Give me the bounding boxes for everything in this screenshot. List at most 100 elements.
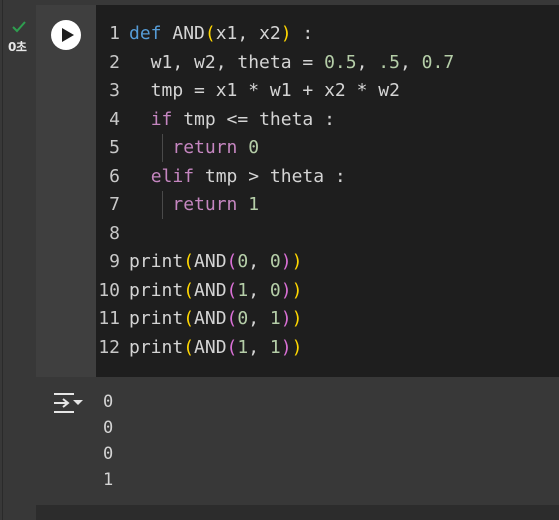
- code-token: 0: [269, 251, 281, 272]
- output-area: [36, 377, 559, 510]
- code-token: tmp = x1 * w1 + x2 * w2: [129, 80, 400, 101]
- line-number: 2: [109, 51, 120, 73]
- output-line: 0: [103, 392, 114, 412]
- code-token: 0: [237, 251, 249, 272]
- code-token: ): [280, 308, 292, 329]
- line-number: 6: [109, 165, 120, 187]
- code-token: 0: [248, 137, 260, 158]
- cell-gutter: [36, 5, 96, 377]
- code-token: print: [129, 308, 184, 329]
- code-token: print: [129, 279, 184, 301]
- code-token: ): [280, 336, 292, 358]
- code-line[interactable]: 3 tmp = x1 * w1 + x2 * w2: [96, 77, 454, 106]
- line-number: 11: [98, 308, 120, 329]
- code-token: 1: [237, 336, 249, 358]
- code-token: return: [172, 194, 238, 215]
- code-token: .5: [378, 51, 400, 73]
- code-token: 1: [269, 336, 281, 358]
- cell-bottom-bar: [36, 505, 559, 520]
- left-divider: [2, 0, 3, 520]
- code-token: ,: [248, 251, 270, 272]
- check-icon: [12, 21, 26, 33]
- line-number: 4: [109, 108, 120, 130]
- code-line[interactable]: 6 elif tmp > theta :: [96, 163, 454, 192]
- code-token: def: [129, 23, 162, 44]
- code-token: (: [226, 336, 238, 358]
- code-token: ,: [399, 51, 422, 73]
- code-token: AND: [194, 308, 227, 329]
- left-gutter: [0, 0, 36, 520]
- output-text: 0 0 0 1: [103, 391, 113, 495]
- code-token: ): [280, 23, 292, 44]
- code-token: ): [280, 251, 292, 272]
- code-token: (: [226, 308, 238, 329]
- code-token: tmp > theta :: [194, 165, 346, 187]
- code-token: AND: [194, 336, 227, 358]
- code-token: 0.5: [324, 51, 357, 73]
- code-token: (: [226, 251, 238, 272]
- line-number: 10: [98, 279, 120, 301]
- code-token: ): [291, 251, 303, 272]
- output-line: 0: [103, 418, 114, 438]
- code-token: 0: [269, 279, 281, 301]
- code-token: ): [291, 308, 303, 329]
- code-token: elif: [150, 165, 195, 187]
- code-token: AND: [194, 251, 227, 272]
- code-token: 1: [248, 194, 260, 215]
- line-number: 3: [109, 80, 120, 101]
- code-token: (: [183, 336, 195, 358]
- code-token: ,: [248, 336, 270, 358]
- code-line[interactable]: 2 w1, w2, theta = 0.5, .5, 0.7: [96, 49, 454, 78]
- code-token: w1, w2, theta =: [129, 51, 325, 73]
- code-line[interactable]: 10 print(AND(1, 0)): [96, 277, 454, 306]
- code-token: tmp <= theta :: [172, 108, 335, 130]
- output-line: 1: [103, 470, 114, 490]
- code-token: :: [291, 23, 314, 44]
- code-line[interactable]: 5 return 0: [96, 134, 454, 163]
- play-icon: [62, 28, 74, 42]
- code-token: x1, x2: [215, 23, 281, 44]
- execution-time: 0초: [8, 40, 27, 54]
- code-line[interactable]: 8: [96, 220, 454, 249]
- code-token: 1: [237, 279, 249, 301]
- code-token: AND: [161, 23, 205, 44]
- code-token: (: [183, 279, 195, 301]
- code-token: (: [204, 23, 216, 44]
- code-token: print: [129, 251, 184, 272]
- code-token: print: [129, 336, 184, 358]
- output-toggle-icon[interactable]: [51, 391, 85, 415]
- line-number: 7: [109, 194, 120, 215]
- code-token: if: [150, 108, 173, 130]
- code-token: (: [183, 251, 195, 272]
- code-line[interactable]: 11 print(AND(0, 1)): [96, 305, 454, 334]
- output-line: 0: [103, 444, 114, 464]
- code-token: (: [183, 308, 195, 329]
- run-cell-button[interactable]: [51, 20, 81, 50]
- code-line[interactable]: 1 def AND(x1, x2) :: [96, 20, 454, 49]
- code-line[interactable]: 4 if tmp <= theta :: [96, 106, 454, 135]
- code-token: ): [280, 279, 292, 301]
- code-token: return: [172, 137, 238, 158]
- line-number: 1: [109, 23, 120, 44]
- code-token: ): [291, 336, 303, 358]
- code-token: AND: [194, 279, 227, 301]
- code-token: ,: [248, 308, 270, 329]
- code-token: 1: [269, 308, 281, 329]
- code-token: ,: [356, 51, 379, 73]
- line-number: 8: [109, 222, 120, 244]
- line-number: 5: [109, 137, 120, 158]
- code-line[interactable]: 7 return 1: [96, 191, 454, 220]
- code-token: (: [226, 279, 238, 301]
- code-token: 0: [237, 308, 249, 329]
- code-lines: 1 def AND(x1, x2) :2 w1, w2, theta = 0.5,…: [96, 20, 454, 362]
- line-number: 12: [98, 336, 120, 358]
- line-number: 9: [109, 251, 120, 272]
- code-line[interactable]: 12 print(AND(1, 1)): [96, 334, 454, 363]
- code-line[interactable]: 9 print(AND(0, 0)): [96, 248, 454, 277]
